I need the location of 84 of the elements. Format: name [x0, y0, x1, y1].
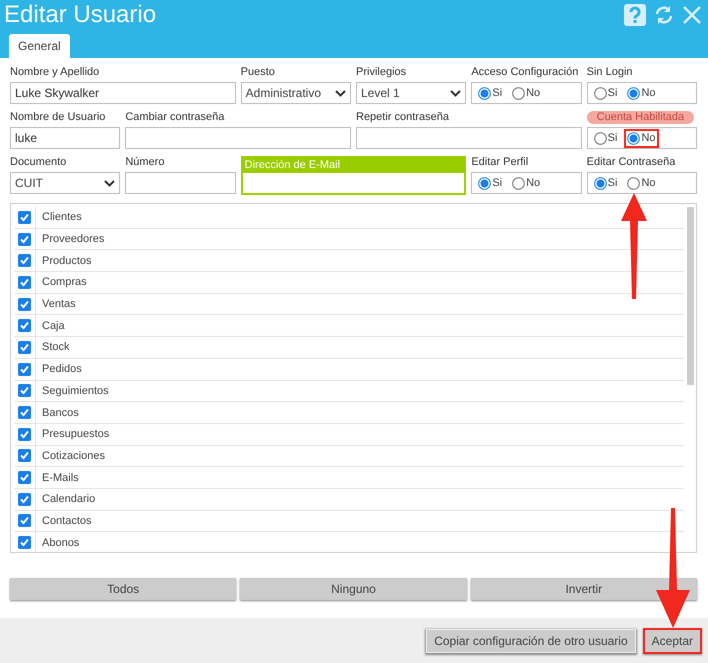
field-label: Acceso Configuración: [471, 66, 578, 79]
checkbox[interactable]: [18, 514, 31, 528]
footer-button[interactable]: Aceptar: [642, 628, 702, 654]
dropdown[interactable]: Administrativo: [240, 82, 351, 104]
radio-label: Si: [492, 87, 502, 99]
scrollbar[interactable]: [687, 207, 694, 385]
permission-label: Seguimientos: [42, 384, 109, 397]
caret-icon: [335, 90, 346, 96]
select-button[interactable]: Todos: [10, 578, 236, 600]
checkbox[interactable]: [18, 298, 31, 311]
checkbox[interactable]: [18, 406, 31, 420]
permission-label: Productos: [42, 254, 92, 267]
permission-label: Clientes: [42, 211, 82, 224]
checkbox[interactable]: [18, 449, 31, 462]
dropdown[interactable]: CUIT: [10, 172, 120, 194]
radio-button[interactable]: [594, 132, 607, 144]
checkbox[interactable]: [18, 276, 31, 289]
radio-label: Si: [608, 87, 618, 99]
checkbox[interactable]: [18, 319, 31, 332]
checkbox[interactable]: [18, 536, 31, 550]
radio-button[interactable]: [478, 86, 492, 100]
field-label: Editar Contraseña: [586, 156, 676, 169]
field-label: Número: [125, 156, 164, 169]
radio-label: Si: [608, 132, 618, 144]
radio-label: No: [641, 177, 656, 189]
checkbox[interactable]: [18, 492, 31, 506]
select-button[interactable]: Invertir: [470, 578, 697, 600]
field-label: Nombre de Usuario: [10, 111, 106, 124]
radio-button[interactable]: [627, 132, 640, 144]
radio-button[interactable]: [594, 86, 607, 100]
permission-label: Compras: [42, 276, 87, 288]
checkbox[interactable]: [18, 471, 31, 484]
permission-label: Caja: [42, 320, 65, 332]
checkbox[interactable]: [18, 340, 31, 354]
caret-icon: [104, 180, 116, 186]
radio-button[interactable]: [512, 176, 526, 190]
radio-label: Si: [492, 177, 502, 189]
checkbox[interactable]: [18, 210, 31, 224]
permission-label: Pedidos: [42, 363, 82, 376]
radio-label: No: [526, 87, 540, 99]
field-label: Documento: [10, 156, 66, 169]
permission-label: Ventas: [42, 298, 76, 310]
footer-button[interactable]: Copiar configuración de otro usuario: [425, 628, 637, 654]
checkbox[interactable]: [18, 362, 31, 376]
radio-label: Si: [608, 177, 618, 189]
radio-button[interactable]: [478, 176, 492, 190]
field-label: Cambiar contraseña: [125, 111, 224, 124]
field-label: Cuenta Habilitada: [586, 111, 694, 124]
field-label: Privilegios: [356, 66, 406, 79]
tab[interactable]: General: [9, 34, 70, 58]
field-label: Sin Login: [586, 66, 633, 79]
dropdown[interactable]: Level 1: [356, 82, 466, 104]
field-label: Nombre y Apellido: [10, 66, 100, 79]
permission-label: Stock: [42, 341, 70, 354]
text-field[interactable]: Luke Skywalker: [10, 82, 236, 104]
permission-label: Contactos: [42, 514, 92, 527]
radio-button[interactable]: [627, 176, 640, 190]
field-label: Repetir contraseña: [356, 111, 449, 124]
radio-label: No: [641, 132, 656, 144]
window-title: Editar Usuario: [4, 0, 156, 30]
field-label: Editar Perfil: [471, 156, 528, 169]
permission-label: Presupuestos: [42, 428, 110, 440]
caret-icon: [450, 90, 462, 96]
radio-button[interactable]: [594, 176, 607, 190]
checkbox[interactable]: [18, 384, 31, 398]
field-label: Puesto: [240, 66, 275, 79]
permission-label: Bancos: [42, 406, 79, 419]
permission-label: Proveedores: [42, 233, 104, 246]
text-field[interactable]: luke: [10, 127, 120, 149]
permission-label: Cotizaciones: [42, 450, 105, 462]
permission-label: E-Mails: [42, 472, 79, 484]
text-field[interactable]: [356, 127, 582, 149]
radio-label: No: [526, 177, 540, 189]
radio-label: No: [641, 87, 656, 99]
text-field[interactable]: [125, 172, 236, 194]
permission-label: Calendario: [42, 493, 96, 506]
select-button[interactable]: Ninguno: [240, 578, 467, 600]
radio-button[interactable]: [627, 86, 640, 100]
permission-label: Abonos: [42, 536, 80, 549]
checkbox[interactable]: [18, 254, 31, 268]
text-field[interactable]: [125, 127, 351, 149]
radio-button[interactable]: [512, 86, 526, 100]
checkbox[interactable]: [18, 428, 31, 441]
checkbox[interactable]: [18, 232, 31, 246]
